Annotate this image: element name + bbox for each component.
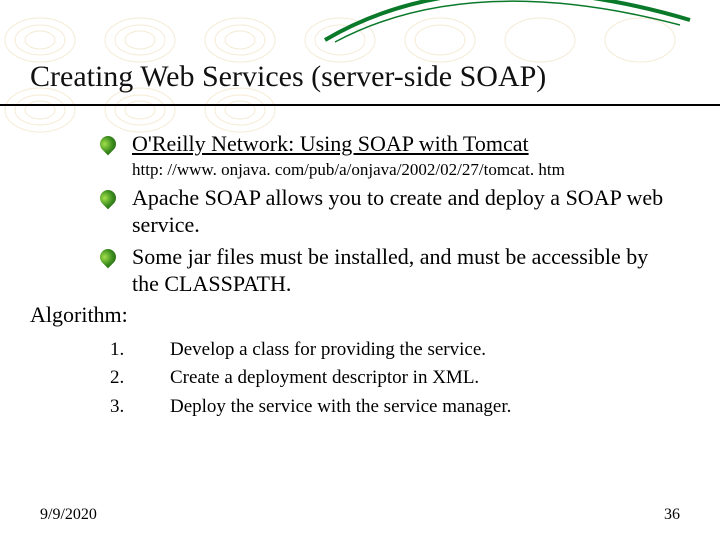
footer: 9/9/2020 36 xyxy=(40,506,680,524)
algorithm-label: Algorithm: xyxy=(30,302,680,328)
step-text: Deploy the service with the service mana… xyxy=(170,393,511,422)
step-text: Create a deployment descriptor in XML. xyxy=(170,364,479,393)
step-number: 1. xyxy=(110,336,170,365)
bullet-text: Apache SOAP allows you to create and dep… xyxy=(132,185,663,238)
bullet-item: Apache SOAP allows you to create and dep… xyxy=(100,184,670,239)
link-text[interactable]: O'Reilly Network: Using SOAP with Tomcat xyxy=(132,131,529,156)
page-number: 36 xyxy=(664,506,680,524)
step-number: 3. xyxy=(110,393,170,422)
slide-title: Creating Web Services (server-side SOAP) xyxy=(30,60,680,94)
url-text: http: //www. onjava. com/pub/a/onjava/20… xyxy=(132,160,670,180)
numbered-list: 1. Develop a class for providing the ser… xyxy=(110,336,680,422)
bullet-item: O'Reilly Network: Using SOAP with Tomcat… xyxy=(100,130,670,180)
title-underline xyxy=(0,104,720,106)
list-item: 1. Develop a class for providing the ser… xyxy=(110,336,680,365)
list-item: 3. Deploy the service with the service m… xyxy=(110,393,680,422)
step-number: 2. xyxy=(110,364,170,393)
bullet-item: Some jar files must be installed, and mu… xyxy=(100,243,670,298)
step-text: Develop a class for providing the servic… xyxy=(170,336,486,365)
footer-date: 9/9/2020 xyxy=(40,506,97,524)
bullet-text: Some jar files must be installed, and mu… xyxy=(132,244,648,297)
list-item: 2. Create a deployment descriptor in XML… xyxy=(110,364,680,393)
bullet-list: O'Reilly Network: Using SOAP with Tomcat… xyxy=(70,130,680,298)
